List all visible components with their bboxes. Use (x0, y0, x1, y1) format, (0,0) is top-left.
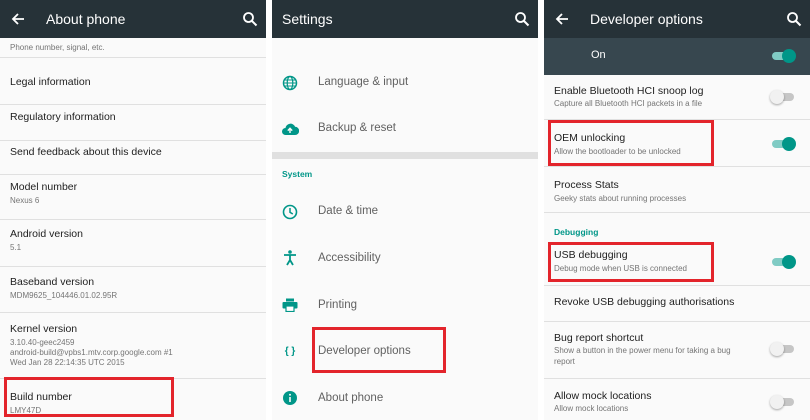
language-input-item[interactable]: Language & input (272, 60, 538, 106)
baseband-version-value: MDM9625_104446.01.02.95R (10, 291, 118, 300)
about-phone-screen: Status Phone number, signal, etc. Legal … (0, 0, 266, 420)
kernel-version-line-3: Wed Jan 28 22:14:35 UTC 2015 (10, 358, 125, 367)
date-time-item[interactable]: Date & time (272, 188, 538, 235)
braces-icon: { } (284, 345, 296, 357)
build-number-item[interactable]: Build number LMY47D (0, 379, 266, 420)
oem-unlocking-title: OEM unlocking (554, 132, 626, 144)
oem-unlocking-toggle[interactable] (770, 137, 796, 151)
about-phone-label: About phone (318, 392, 384, 404)
regulatory-information-title: Regulatory information (10, 111, 116, 123)
settings-app-bar: Settings (272, 0, 538, 38)
process-stats-title: Process Stats (554, 179, 619, 191)
usb-debugging-item[interactable]: USB debugging Debug mode when USB is con… (544, 242, 810, 286)
kernel-version-item[interactable]: Kernel version 3.10.40-geec2459 android-… (0, 313, 266, 379)
master-toggle[interactable] (770, 49, 796, 63)
regulatory-information-item[interactable]: Regulatory information (0, 105, 266, 141)
back-arrow-icon[interactable] (0, 0, 36, 38)
legal-information-item[interactable]: Legal information (0, 58, 266, 105)
bluetooth-hci-snoop-title: Enable Bluetooth HCI snoop log (554, 85, 704, 97)
backup-reset-item[interactable]: Backup & reset (272, 106, 538, 152)
settings-title: Settings (282, 11, 333, 27)
allow-mock-locations-title: Allow mock locations (554, 390, 652, 402)
printing-item[interactable]: Printing (272, 282, 538, 328)
section-divider (544, 212, 810, 213)
language-input-label: Language & input (318, 76, 409, 88)
android-version-value: 5.1 (10, 243, 22, 252)
developer-options-item[interactable]: { } Developer options (272, 328, 538, 374)
kernel-version-line-2: android-build@vpbs1.mtv.corp.google.com … (10, 348, 173, 357)
android-version-title: Android version (10, 228, 83, 240)
usb-debugging-title: USB debugging (554, 249, 628, 261)
allow-mock-locations-toggle[interactable] (770, 395, 796, 409)
backup-reset-label: Backup & reset (318, 122, 396, 134)
accessibility-item[interactable]: Accessibility (272, 235, 538, 282)
search-icon[interactable] (514, 11, 530, 27)
search-icon[interactable] (786, 11, 802, 27)
legal-information-title: Legal information (10, 76, 91, 88)
model-number-title: Model number (10, 181, 78, 193)
accessibility-icon (280, 248, 300, 268)
build-number-value: LMY47D (10, 406, 42, 415)
oem-unlocking-item[interactable]: OEM unlocking Allow the bootloader to be… (544, 120, 810, 167)
process-stats-subtitle: Geeky stats about running processes (554, 194, 687, 203)
kernel-version-title: Kernel version (10, 323, 78, 335)
baseband-version-item[interactable]: Baseband version MDM9625_104446.01.02.95… (0, 267, 266, 313)
revoke-usb-authorisations-item[interactable]: Revoke USB debugging authorisations (544, 286, 810, 322)
settings-screen: Accounts Language & input Backup & reset… (272, 0, 538, 420)
printing-label: Printing (318, 299, 357, 311)
about-phone-title: About phone (46, 11, 126, 27)
model-number-value: Nexus 6 (10, 196, 40, 205)
bug-report-shortcut-toggle[interactable] (770, 342, 796, 356)
accessibility-label: Accessibility (318, 252, 381, 264)
bluetooth-hci-snoop-subtitle: Capture all Bluetooth HCI packets in a f… (554, 99, 703, 108)
oem-unlocking-subtitle: Allow the bootloader to be unlocked (554, 147, 681, 156)
about-phone-item[interactable]: About phone (272, 374, 538, 420)
android-version-item[interactable]: Android version 5.1 (0, 220, 266, 267)
kernel-version-line-1: 3.10.40-geec2459 (10, 338, 75, 347)
bluetooth-hci-snoop-item[interactable]: Enable Bluetooth HCI snoop log Capture a… (544, 75, 810, 120)
usb-debugging-subtitle: Debug mode when USB is connected (554, 264, 687, 273)
back-arrow-icon[interactable] (544, 0, 580, 38)
system-section-header: System (282, 169, 313, 179)
bug-report-shortcut-subtitle-line-2: report (554, 357, 575, 366)
about-phone-app-bar: About phone (0, 0, 266, 38)
info-icon (280, 388, 300, 408)
date-time-label: Date & time (318, 205, 379, 217)
model-number-item[interactable]: Model number Nexus 6 (0, 175, 266, 220)
status-subtitle: Phone number, signal, etc. (10, 43, 105, 52)
revoke-usb-authorisations-title: Revoke USB debugging authorisations (554, 296, 735, 308)
baseband-version-title: Baseband version (10, 276, 95, 288)
debugging-section-header: Debugging (554, 227, 599, 237)
printer-icon (280, 295, 300, 315)
master-switch-bar[interactable]: On (544, 38, 810, 75)
allow-mock-locations-item[interactable]: Allow mock locations Allow mock location… (544, 379, 810, 420)
search-icon[interactable] (242, 11, 258, 27)
clock-icon (280, 202, 300, 222)
usb-debugging-toggle[interactable] (770, 255, 796, 269)
build-number-title: Build number (10, 391, 72, 403)
send-feedback-title: Send feedback about this device (10, 146, 162, 158)
bug-report-shortcut-title: Bug report shortcut (554, 332, 644, 344)
bug-report-shortcut-subtitle-line-1: Show a button in the power menu for taki… (554, 346, 731, 355)
bluetooth-hci-snoop-toggle[interactable] (770, 90, 796, 104)
cloud-upload-icon (280, 119, 300, 139)
globe-icon (280, 73, 300, 93)
process-stats-item[interactable]: Process Stats Geeky stats about running … (544, 167, 810, 212)
developer-options-title: Developer options (590, 11, 703, 27)
allow-mock-locations-subtitle: Allow mock locations (554, 404, 629, 413)
bug-report-shortcut-item[interactable]: Bug report shortcut Show a button in the… (544, 322, 810, 379)
send-feedback-item[interactable]: Send feedback about this device (0, 141, 266, 175)
developer-options-label: Developer options (318, 345, 411, 357)
master-switch-label: On (591, 49, 606, 61)
developer-options-app-bar: Developer options (544, 0, 810, 38)
section-divider (272, 152, 538, 159)
developer-options-screen: Developer options On Enable Bluetooth HC… (544, 0, 810, 420)
